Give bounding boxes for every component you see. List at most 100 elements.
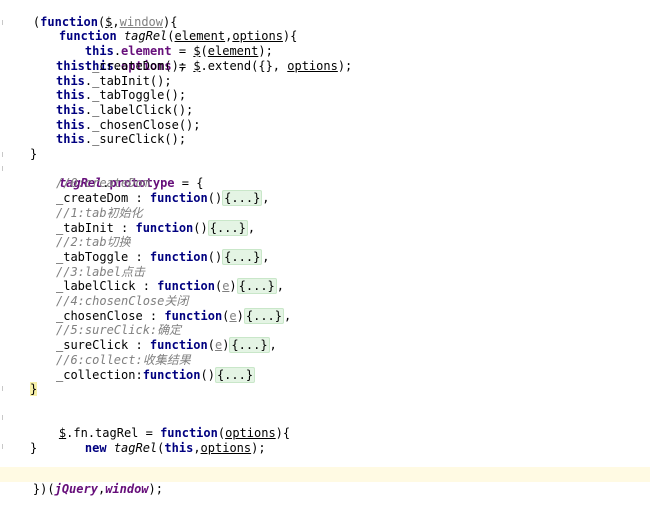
code-line[interactable]: _labelClick : function(e) {...}, [56,278,285,295]
token: , [262,249,270,264]
token: ) [229,279,237,294]
folded-block[interactable]: {...} [207,219,248,236]
token: _tabToggle : [56,249,150,264]
code-line[interactable]: this._createDom(); [56,59,186,74]
folded-block[interactable]: {...} [214,366,256,383]
token: , [276,279,285,294]
token: options [200,441,252,455]
token: function [149,338,208,353]
token: $ [193,58,201,73]
token: function [164,308,223,323]
token: _labelClick : [56,279,158,294]
token: () [207,249,223,264]
fold-marker-icon[interactable] [2,152,8,157]
token: function [142,367,201,382]
fold-marker-icon[interactable] [2,444,8,449]
token: //1:tab初始化 [56,205,143,220]
code-line[interactable]: this._labelClick(); [56,103,193,118]
token: ){ [282,29,298,44]
fold-marker-icon[interactable] [2,415,8,420]
code-line[interactable]: _sureClick : function(e) {...}, [56,337,277,354]
token: , [284,308,292,323]
token: () [200,367,215,382]
code-line[interactable]: _collection:function() {...} [56,366,256,383]
token: //4:chosenClose关闭 [56,294,189,308]
token: } [30,147,38,161]
code-line-current[interactable]: })(jQuery,window); [0,467,650,496]
code-line[interactable]: //1:tab初始化 [56,206,143,221]
code-line[interactable]: } [30,147,37,162]
token: , [262,191,270,206]
code-line[interactable]: //4:chosenClose关闭 [56,294,188,309]
token: () [207,191,223,206]
code-line[interactable]: //2:tab切换 [56,235,131,250]
token: ._sureClick(); [84,132,187,147]
code-line[interactable]: (function($,window){ [4,0,178,29]
token: function [149,191,208,206]
token: ._createDom(); [84,58,187,73]
token: //6:collect:收集结果 [56,352,191,367]
fold-marker-icon[interactable] [2,166,8,171]
folded-block[interactable]: {...} [229,337,270,354]
token: ( [207,338,215,353]
token: //5:sureClick:确定 [56,323,182,338]
code-line[interactable]: _createDom : function() {...}, [56,190,270,207]
code-line[interactable]: //6:collect:收集结果 [56,353,191,368]
fold-marker-icon[interactable] [2,386,8,391]
token: ._labelClick(); [84,102,194,117]
code-line[interactable]: _chosenClose : function(e) {...}, [56,307,292,324]
code-editor[interactable]: (function($,window){ function tagRel(ele… [0,0,650,496]
token: ){ [275,426,291,441]
code-line[interactable]: _tabInit : function() {...}, [56,219,256,236]
token: , [247,220,256,235]
token: () [193,220,208,235]
token: ._chosenClose(); [84,117,201,132]
code-line[interactable]: function tagRel(element,options){ [30,15,297,43]
token: //2:tab切换 [56,235,131,250]
token: function [135,220,194,235]
token: new [84,441,114,455]
token: _collection: [56,367,143,382]
token: ._tabToggle(); [84,88,187,103]
code-line[interactable]: } [30,441,37,456]
token: _tabInit : [56,220,136,235]
code-line[interactable]: } [30,382,38,397]
token: ); [251,441,266,455]
token: } [30,441,38,455]
folded-block[interactable]: {...} [222,248,263,265]
token: this [56,73,85,88]
token: e [229,308,237,323]
code-line[interactable]: $.fn.tagRel = function(options){ [30,412,290,440]
token: ) [236,308,244,323]
editor-gutter [0,0,14,489]
code-line[interactable]: tagRel.prototype = { [30,162,204,190]
token: _createDom : [56,191,150,206]
token: this [164,441,194,455]
token: //3:label点击 [56,264,146,279]
token: function [149,249,208,264]
code-line[interactable]: _tabToggle : function() {...}, [56,248,270,265]
code-line[interactable]: this._tabInit(); [56,74,172,89]
code-line[interactable]: new tagRel(this,options); [56,426,266,455]
token: , [193,441,201,455]
token: this [56,88,85,103]
token: ); [337,58,353,73]
token: .extend({}, [200,58,288,73]
token: ._tabInit(); [84,73,172,88]
code-line[interactable]: //3:label点击 [56,265,145,280]
code-line[interactable]: this._chosenClose(); [56,118,201,133]
token: options [287,58,338,73]
code-line[interactable]: this._sureClick(); [56,132,186,147]
code-line[interactable]: //0:createDom [56,176,150,191]
folded-block[interactable]: {...} [222,190,263,207]
token: = { [174,176,204,191]
token: _chosenClose : [56,308,165,323]
code-line[interactable]: this.options = $.extend({}, options); [56,44,352,73]
code-line[interactable]: this.element = $(element); [56,29,273,58]
code-line[interactable]: //5:sureClick:确定 [56,323,181,338]
token: _sureClick : [56,338,150,353]
code-line[interactable]: this._tabToggle(); [56,88,186,103]
folded-block[interactable]: {...} [236,278,277,295]
folded-block[interactable]: {...} [243,307,284,324]
token: //0:createDom [56,176,150,191]
